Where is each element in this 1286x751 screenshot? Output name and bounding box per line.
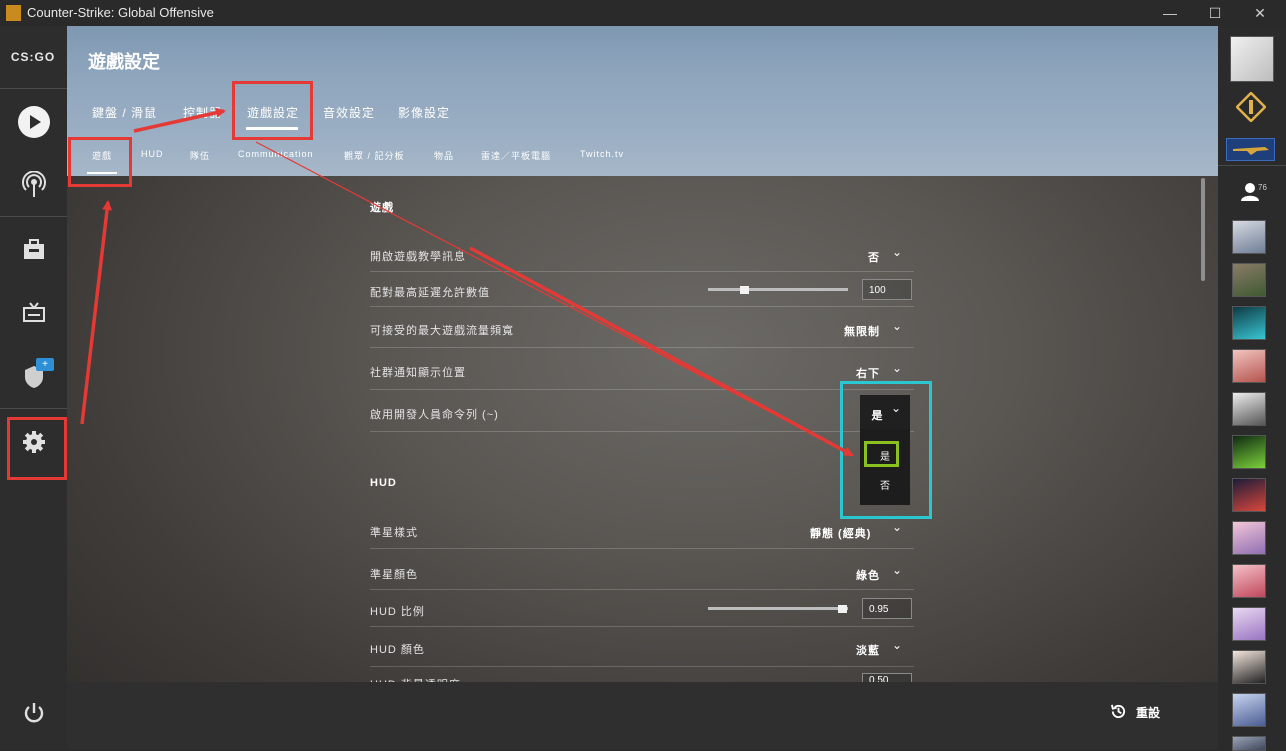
max-ping-slider-knob[interactable]	[740, 286, 749, 294]
section-title-game: 遊戲	[370, 202, 394, 214]
setting-value-bandwidth[interactable]: 無限制	[844, 323, 880, 339]
reset-button[interactable]: 重設	[1136, 704, 1160, 721]
tv-icon[interactable]	[17, 296, 51, 330]
minimize-button[interactable]: —	[1155, 3, 1185, 23]
setting-label-bandwidth: 可接受的最大遊戲流量頻寬	[370, 325, 514, 337]
play-icon[interactable]	[17, 105, 51, 139]
row-divider	[370, 548, 914, 549]
window-titlebar: Counter-Strike: Global Offensive — ☐ ✕	[0, 0, 1286, 26]
setting-value-crosshair-color[interactable]: 綠色	[856, 567, 880, 583]
tab-controller[interactable]: 控制器	[183, 104, 222, 121]
csgo-logo: CS:GO	[10, 50, 56, 64]
setting-label-tutorial: 開啟遊戲教學訊息	[370, 251, 466, 263]
csgo-app-icon	[6, 5, 21, 21]
row-divider	[370, 589, 914, 590]
chevron-down-icon[interactable]: ⌄	[892, 520, 902, 534]
setting-value-notification-position[interactable]: 右下	[856, 365, 880, 381]
friend-avatar[interactable]	[1232, 263, 1266, 297]
friends-icon[interactable]	[1240, 182, 1260, 207]
chevron-down-icon[interactable]: ⌄	[892, 638, 902, 652]
friend-avatar[interactable]	[1232, 693, 1266, 727]
nav-divider	[0, 408, 67, 409]
left-navigation: CS:GO +	[0, 26, 68, 749]
friend-avatar[interactable]	[1232, 650, 1266, 684]
new-badge: +	[36, 358, 54, 371]
max-ping-slider-track[interactable]	[708, 288, 848, 291]
tab-video-settings[interactable]: 影像設定	[398, 104, 450, 121]
friend-avatar[interactable]	[1232, 564, 1266, 598]
row-divider	[370, 431, 914, 432]
row-divider	[370, 347, 914, 348]
setting-label-crosshair-color: 準星顏色	[370, 569, 418, 581]
tab-keyboard-mouse[interactable]: 鍵盤 / 滑鼠	[92, 104, 157, 121]
row-divider	[370, 306, 914, 307]
hud-scale-slider-track[interactable]	[708, 607, 848, 610]
annotation-box-settings-gear	[7, 417, 67, 480]
chevron-down-icon[interactable]: ⌄	[892, 563, 902, 577]
chevron-down-icon[interactable]: ⌄	[892, 361, 902, 375]
section-title-hud: HUD	[370, 477, 397, 489]
setting-label-developer-console: 啟用開發人員命令列 (~)	[370, 409, 499, 421]
subtab-communication[interactable]: Communication	[238, 149, 314, 159]
broadcast-icon[interactable]	[17, 168, 51, 202]
setting-label-notification-position: 社群通知顯示位置	[370, 367, 466, 379]
row-divider	[370, 271, 914, 272]
subtab-hud[interactable]: HUD	[141, 149, 164, 159]
friends-count: 76	[1258, 183, 1267, 192]
setting-value-tutorial[interactable]: 否	[868, 249, 880, 265]
row-divider	[370, 666, 914, 667]
bottom-bar: 重設	[67, 682, 1218, 749]
friend-avatar[interactable]	[1232, 607, 1266, 641]
subtab-items[interactable]: 物品	[434, 149, 454, 162]
briefcase-icon[interactable]	[17, 233, 51, 267]
chevron-down-icon[interactable]: ⌄	[892, 245, 902, 259]
power-icon[interactable]	[17, 696, 51, 730]
setting-value-crosshair-style[interactable]: 靜態 (經典)	[810, 525, 871, 541]
close-button[interactable]: ✕	[1245, 3, 1275, 23]
chevron-down-icon[interactable]: ⌄	[892, 319, 902, 333]
tab-audio-settings[interactable]: 音效設定	[323, 104, 375, 121]
friend-avatar[interactable]	[1232, 521, 1266, 555]
annotation-box-game-settings-tab	[232, 81, 313, 140]
friend-avatar[interactable]	[1232, 306, 1266, 340]
max-ping-input[interactable]: 100	[862, 279, 912, 300]
friends-sidebar: 76	[1218, 26, 1286, 751]
subtab-twitch[interactable]: Twitch.tv	[580, 149, 624, 159]
subtab-radar-tablet[interactable]: 雷達／平板電腦	[481, 149, 551, 162]
nav-divider	[0, 88, 67, 89]
setting-label-hud-scale: HUD 比例	[370, 606, 425, 618]
setting-label-crosshair-style: 準星樣式	[370, 527, 418, 539]
friend-avatar[interactable]	[1232, 349, 1266, 383]
row-divider	[370, 389, 914, 390]
rank-icon	[1235, 91, 1267, 123]
hud-scale-input[interactable]: 0.95	[862, 598, 912, 619]
friend-avatar[interactable]	[1232, 435, 1266, 469]
maximize-button[interactable]: ☐	[1200, 3, 1230, 23]
friend-avatar[interactable]	[1232, 220, 1266, 254]
row-divider	[370, 626, 914, 627]
annotation-box-yes-option	[864, 441, 899, 467]
hud-scale-slider-knob[interactable]	[838, 605, 847, 613]
history-reset-icon[interactable]	[1110, 703, 1127, 720]
annotation-box-game-subtab	[68, 137, 132, 187]
friend-avatar[interactable]	[1232, 392, 1266, 426]
page-title: 遊戲設定	[88, 52, 160, 72]
setting-value-hud-color[interactable]: 淡藍	[856, 642, 880, 658]
setting-label-hud-color: HUD 顏色	[370, 644, 425, 656]
subtab-spectator-scoreboard[interactable]: 觀眾 / 記分板	[344, 149, 405, 162]
settings-scrollbar[interactable]	[1201, 178, 1205, 281]
friends-divider	[1218, 165, 1286, 166]
subtab-team[interactable]: 隊伍	[190, 149, 210, 162]
friend-avatar[interactable]	[1232, 478, 1266, 512]
player-avatar[interactable]	[1230, 36, 1274, 82]
setting-label-max-ping: 配對最高延遲允許數值	[370, 287, 490, 299]
nav-divider	[0, 216, 67, 217]
window-title: Counter-Strike: Global Offensive	[27, 5, 214, 20]
weapon-skin-icon	[1226, 138, 1275, 161]
